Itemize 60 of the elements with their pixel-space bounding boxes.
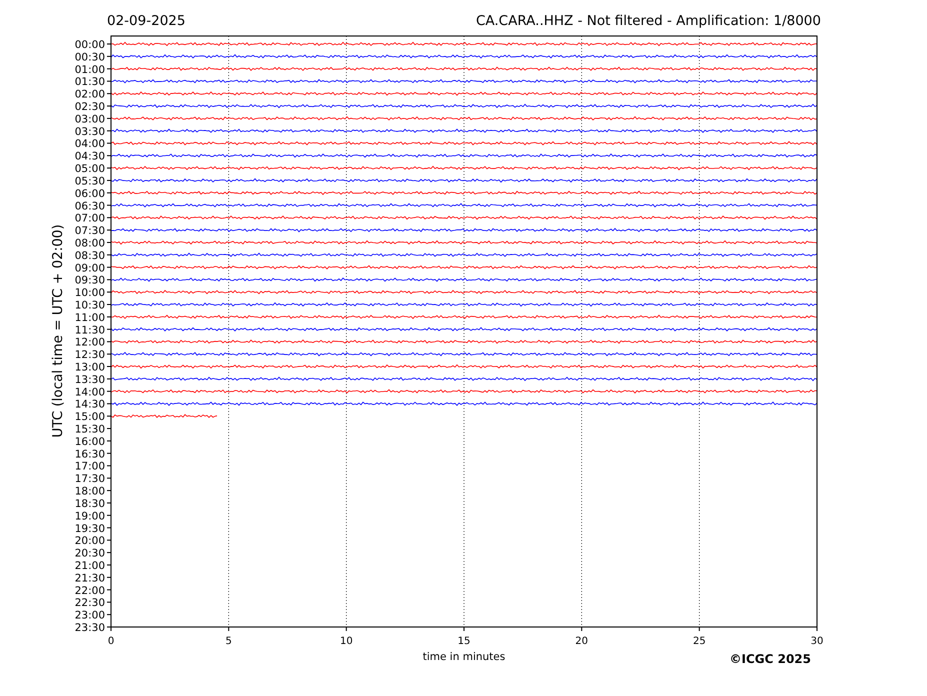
y-axis-label: UTC (local time = UTC + 02:00) [50,224,66,438]
y-tick-label: 14:30 [74,398,105,411]
y-tick-label: 21:00 [74,560,105,572]
y-tick-label: 16:00 [74,436,105,448]
y-tick-label: 05:00 [74,163,105,176]
y-tick-label: 11:00 [74,312,105,324]
x-axis-label: time in minutes [422,651,506,663]
x-tick-label: 10 [340,636,353,647]
y-tick-label: 08:30 [74,250,105,262]
y-tick-label: 22:00 [74,584,105,597]
y-tick-label: 06:30 [74,200,105,212]
chart-title: CA.CARA..HHZ - Not filtered - Amplification: 1/8000 [476,13,821,29]
y-tick-label: 12:00 [74,336,105,349]
y-tick-label: 16:30 [74,448,105,460]
y-tick-label: 06:00 [74,188,105,200]
y-tick-label: 03:30 [74,126,105,138]
y-tick-label: 11:30 [74,324,105,336]
y-tick-label: 21:30 [74,572,105,584]
y-tick-label: 01:00 [74,64,105,76]
y-tick-label: 22:30 [74,597,105,610]
y-tick-label: 04:00 [74,138,105,150]
x-tick-label: 5 [225,636,232,647]
y-tick-label: 07:00 [74,212,105,225]
y-tick-label: 14:00 [74,386,105,398]
y-tick-label: 09:30 [74,274,105,287]
x-tick-label: 0 [108,636,114,647]
y-tick-label: 04:30 [74,150,105,163]
copyright-text: ©ICGC 2025 [729,652,811,666]
y-tick-label: 00:00 [74,39,105,51]
y-tick-label: 15:30 [74,424,105,436]
y-tick-label: 03:00 [74,113,105,126]
y-tick-label: 20:30 [74,548,105,560]
y-tick-label: 18:30 [74,498,105,510]
y-tick-label: 17:30 [74,473,105,486]
y-tick-label: 10:30 [74,300,105,312]
date-label: 02-09-2025 [107,13,186,29]
y-tick-label: 12:30 [74,349,105,362]
y-tick-label: 01:30 [74,76,105,88]
y-tick-label: 15:00 [74,411,105,424]
y-tick-label: 18:00 [74,486,105,498]
y-tick-label: 17:00 [74,460,105,473]
x-tick-label: 25 [692,636,706,647]
y-tick-label: 13:30 [74,374,105,386]
y-tick-label: 20:00 [74,535,105,548]
y-tick-label: 00:30 [74,51,105,64]
x-tick-label: 15 [458,636,470,647]
y-tick-label: 07:30 [74,225,105,238]
x-tick-label: 30 [810,636,824,647]
y-tick-label: 23:30 [74,622,105,634]
y-tick-label: 13:00 [74,362,105,374]
y-tick-label: 10:00 [74,287,105,300]
x-tick-label: 20 [575,636,588,647]
y-tick-label: 19:30 [74,522,105,535]
y-tick-label: 09:00 [74,262,105,274]
y-tick-label: 02:30 [74,101,105,114]
y-tick-label: 23:00 [74,610,105,622]
y-tick-label: 19:00 [74,510,105,522]
y-tick-label: 05:30 [74,175,105,188]
y-tick-label: 08:00 [74,237,105,250]
y-tick-label: 02:00 [74,88,105,101]
